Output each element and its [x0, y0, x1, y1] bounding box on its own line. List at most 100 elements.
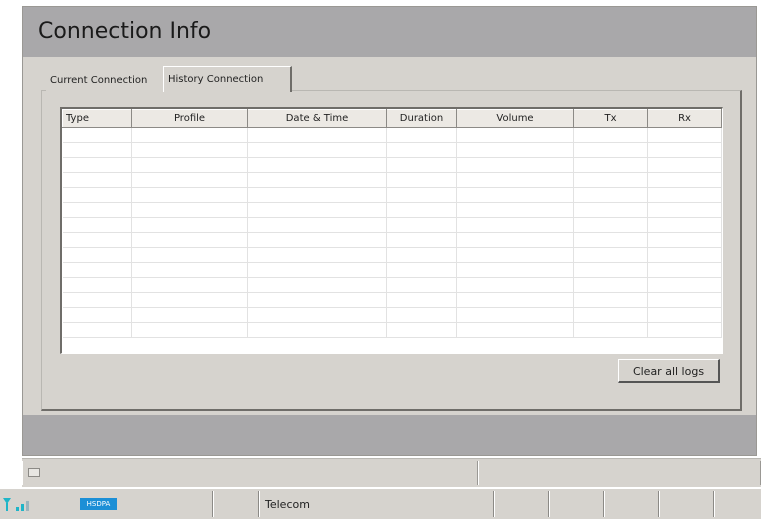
table-cell — [647, 187, 722, 203]
column-header-rx[interactable]: Rx — [647, 109, 722, 128]
table-row[interactable] — [62, 202, 722, 218]
table-cell — [131, 142, 248, 158]
table-cell — [62, 127, 132, 143]
table-cell — [573, 277, 648, 293]
table-cell — [647, 322, 722, 338]
table-header-row: Type Profile Date & Time Duration Volume… — [62, 109, 722, 128]
table-cell — [647, 157, 722, 173]
table-row[interactable] — [62, 127, 722, 143]
table-cell — [456, 142, 574, 158]
table-cell — [573, 262, 648, 278]
table-cell — [386, 232, 457, 248]
table-cell — [647, 172, 722, 188]
table-cell — [386, 202, 457, 218]
table-cell — [62, 307, 132, 323]
table-row[interactable] — [62, 142, 722, 158]
table-cell — [131, 277, 248, 293]
table-cell — [456, 217, 574, 233]
column-header-type[interactable]: Type — [62, 109, 132, 128]
table-row[interactable] — [62, 157, 722, 173]
table-cell — [386, 187, 457, 203]
table-cell — [386, 172, 457, 188]
table-cell — [647, 247, 722, 263]
table-cell — [247, 187, 387, 203]
operator-name: Telecom — [265, 498, 310, 511]
table-cell — [247, 292, 387, 308]
table-cell — [247, 232, 387, 248]
signal-strength-icon — [3, 498, 29, 511]
table-cell — [573, 322, 648, 338]
table-cell — [62, 157, 132, 173]
window-footer-bar — [23, 415, 756, 455]
status-divider — [258, 491, 260, 517]
table-cell — [131, 187, 248, 203]
table-cell — [62, 232, 132, 248]
table-cell — [573, 157, 648, 173]
table-cell — [131, 157, 248, 173]
table-row[interactable] — [62, 232, 722, 248]
table-cell — [456, 262, 574, 278]
table-cell — [247, 127, 387, 143]
table-cell — [647, 292, 722, 308]
table-cell — [573, 202, 648, 218]
table-cell — [456, 322, 574, 338]
status-segment — [478, 461, 761, 485]
table-cell — [62, 187, 132, 203]
clear-all-logs-button[interactable]: Clear all logs — [618, 359, 720, 383]
tab-history-connection[interactable]: History Connection — [163, 66, 292, 92]
table-cell — [456, 172, 574, 188]
status-segment — [22, 461, 478, 485]
tab-current-connection[interactable]: Current Connection — [46, 70, 166, 91]
table-cell — [647, 262, 722, 278]
table-cell — [573, 172, 648, 188]
column-header-tx[interactable]: Tx — [573, 109, 648, 128]
table-cell — [247, 202, 387, 218]
history-table: Type Profile Date & Time Duration Volume… — [60, 107, 723, 354]
table-cell — [131, 292, 248, 308]
table-cell — [247, 322, 387, 338]
table-cell — [573, 292, 648, 308]
table-cell — [247, 142, 387, 158]
table-row[interactable] — [62, 277, 722, 293]
column-header-volume[interactable]: Volume — [456, 109, 574, 128]
table-cell — [62, 202, 132, 218]
status-bar-lower: HSDPA Telecom — [0, 488, 761, 519]
table-row[interactable] — [62, 217, 722, 233]
table-cell — [386, 307, 457, 323]
table-row[interactable] — [62, 247, 722, 263]
table-cell — [62, 172, 132, 188]
table-cell — [247, 277, 387, 293]
table-cell — [131, 247, 248, 263]
table-cell — [647, 202, 722, 218]
table-cell — [62, 262, 132, 278]
table-cell — [647, 142, 722, 158]
status-divider — [493, 491, 495, 517]
column-header-date-time[interactable]: Date & Time — [247, 109, 387, 128]
table-cell — [573, 187, 648, 203]
table-cell — [573, 142, 648, 158]
table-row[interactable] — [62, 187, 722, 203]
table-cell — [456, 247, 574, 263]
table-cell — [62, 142, 132, 158]
table-cell — [62, 322, 132, 338]
table-cell — [247, 262, 387, 278]
table-cell — [456, 187, 574, 203]
column-header-duration[interactable]: Duration — [386, 109, 457, 128]
table-row[interactable] — [62, 292, 722, 308]
table-cell — [456, 202, 574, 218]
table-cell — [573, 307, 648, 323]
status-divider — [713, 491, 715, 517]
table-cell — [131, 307, 248, 323]
table-cell — [386, 262, 457, 278]
table-cell — [386, 322, 457, 338]
table-cell — [386, 142, 457, 158]
table-cell — [247, 172, 387, 188]
table-cell — [62, 247, 132, 263]
table-row[interactable] — [62, 307, 722, 323]
table-cell — [456, 307, 574, 323]
table-row[interactable] — [62, 322, 722, 338]
table-row[interactable] — [62, 262, 722, 278]
table-row[interactable] — [62, 172, 722, 188]
table-cell — [386, 292, 457, 308]
column-header-profile[interactable]: Profile — [131, 109, 248, 128]
